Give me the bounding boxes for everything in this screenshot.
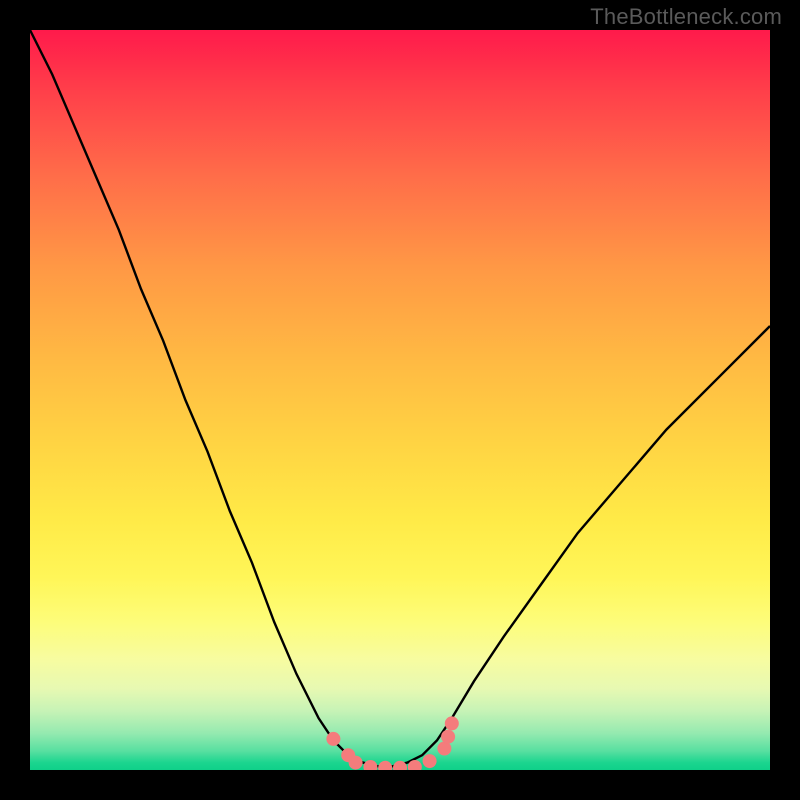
min-region-dots <box>30 30 770 770</box>
min-dot <box>441 730 455 744</box>
min-dot <box>378 761 392 770</box>
min-dot <box>437 742 451 756</box>
min-dot <box>423 754 437 768</box>
min-dot <box>445 716 459 730</box>
watermark-text: TheBottleneck.com <box>590 4 782 30</box>
min-dot <box>349 756 363 770</box>
min-dot <box>363 760 377 770</box>
dots-group <box>326 716 458 770</box>
plot-area <box>30 30 770 770</box>
min-dot <box>408 760 422 770</box>
chart-frame: TheBottleneck.com <box>0 0 800 800</box>
min-dot <box>393 761 407 770</box>
min-dot <box>326 732 340 746</box>
